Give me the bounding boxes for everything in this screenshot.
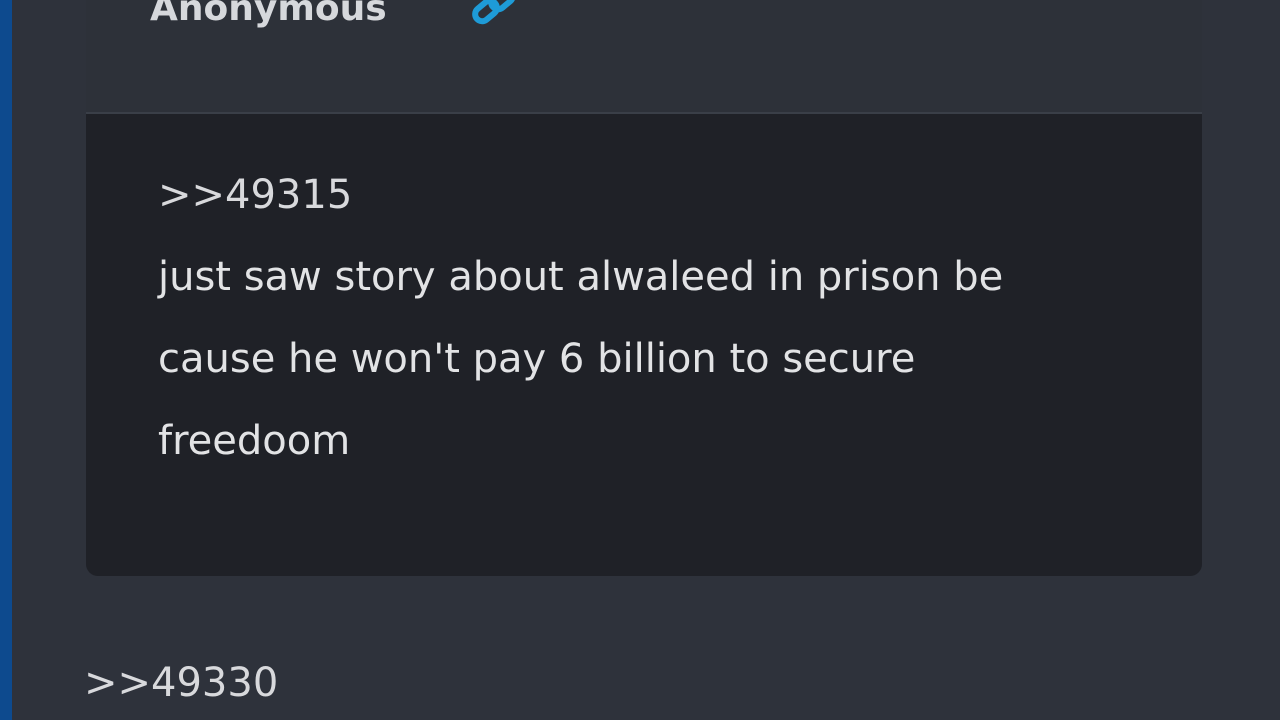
- link-icon-graphic: [472, 0, 516, 25]
- post-text-line: just saw story about alwaleed in prison …: [158, 254, 1004, 300]
- post-body: >>49315 just saw story about alwaleed in…: [86, 114, 1202, 576]
- next-post-quote-link[interactable]: >>49330: [84, 660, 278, 706]
- author-name: Anonymous: [150, 0, 387, 29]
- post-header: Anonymous: [86, 0, 1202, 114]
- post-text-line: freedoom: [158, 418, 351, 464]
- link-icon[interactable]: [468, 0, 524, 30]
- post-text-line: cause he won't pay 6 billion to secure: [158, 336, 916, 382]
- left-accent-bar: [0, 0, 12, 720]
- quote-link[interactable]: >>49315: [158, 172, 352, 218]
- post-card: Anonymous >>49315 just saw story about a…: [86, 0, 1202, 576]
- post-text: just saw story about alwaleed in prison …: [158, 236, 1118, 482]
- thread-view: Anonymous >>49315 just saw story about a…: [0, 0, 1280, 720]
